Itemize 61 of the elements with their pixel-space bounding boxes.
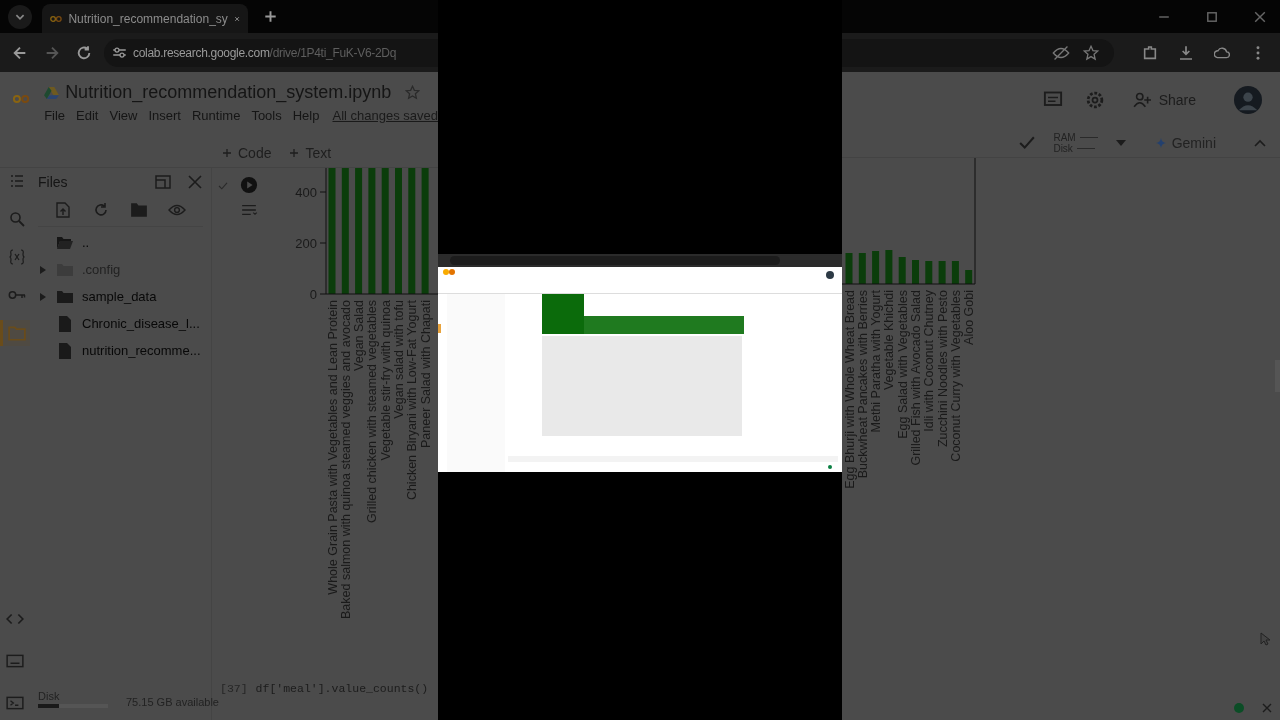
check-icon [1019, 135, 1036, 150]
chart-bar [951, 261, 959, 284]
star-icon[interactable] [1082, 44, 1100, 61]
expand-caret-icon[interactable] [40, 265, 46, 274]
eye-icon[interactable] [168, 202, 186, 218]
download-icon[interactable] [1178, 44, 1194, 61]
chart-bar [872, 251, 880, 284]
code-icon[interactable] [6, 612, 24, 626]
keyboard-icon[interactable] [6, 654, 24, 668]
chart-bar [938, 261, 946, 284]
file-name[interactable]: nutrition_recomme... [82, 343, 201, 358]
drive-icon [44, 86, 60, 99]
search-icon [7, 211, 26, 227]
browser-tab[interactable]: Nutrition_recommendation_sy [42, 4, 248, 33]
close-icon[interactable] [187, 175, 203, 189]
new-tab-icon[interactable] [264, 10, 277, 23]
chart-bar [925, 261, 933, 284]
refresh-icon[interactable] [92, 202, 110, 218]
expand-caret-icon[interactable] [40, 292, 46, 301]
plus-icon [222, 147, 232, 158]
eye-off-icon[interactable] [1052, 44, 1070, 61]
file-name[interactable]: Chronic_disease_l... [82, 316, 200, 331]
plus-icon [289, 147, 300, 158]
chart-bar [885, 250, 893, 284]
back-icon[interactable] [12, 44, 28, 61]
address-field[interactable]: colab.research.google.com/drive/1P4ti_FuK-V6-2Dq [104, 38, 438, 67]
output-settings-icon[interactable] [240, 204, 258, 216]
chart-bar [858, 253, 866, 284]
drive-folder-icon[interactable] [130, 202, 148, 218]
upload-icon[interactable] [54, 202, 72, 218]
check-icon [218, 182, 228, 190]
file-name[interactable]: sample_data [82, 289, 157, 304]
braces-icon [7, 249, 26, 265]
files-rail-button[interactable] [0, 320, 30, 346]
extension-icon[interactable] [1142, 44, 1158, 61]
file-name[interactable]: .. [82, 235, 90, 250]
mouse-pointer-icon [1260, 632, 1270, 646]
folder-icon [7, 325, 26, 341]
chart-bar [845, 253, 853, 284]
chart-bar [898, 257, 906, 284]
connected-dot-icon [1234, 703, 1244, 713]
settings-icon[interactable] [1084, 90, 1105, 110]
avatar-icon[interactable] [1234, 86, 1262, 114]
forward-icon[interactable] [44, 44, 60, 61]
maximize-icon[interactable] [1206, 10, 1218, 23]
terminal-icon[interactable] [6, 696, 24, 710]
person-add-icon [1132, 92, 1151, 108]
star-icon[interactable] [405, 85, 421, 100]
open-in-window-icon[interactable] [155, 175, 171, 189]
chart-bar [965, 270, 973, 284]
site-info-icon[interactable] [112, 45, 127, 60]
run-button-icon[interactable] [240, 176, 258, 194]
reload-icon[interactable] [76, 44, 92, 61]
close-icon[interactable] [1254, 10, 1266, 23]
close-icon[interactable] [1262, 703, 1272, 713]
sparkle-icon [1155, 137, 1166, 148]
collapse-icon[interactable] [1254, 138, 1266, 147]
disk-usage-bar [38, 704, 108, 708]
chart-bar [912, 260, 919, 284]
dropdown-icon[interactable] [1115, 139, 1126, 146]
tab-list-button[interactable] [8, 4, 32, 29]
